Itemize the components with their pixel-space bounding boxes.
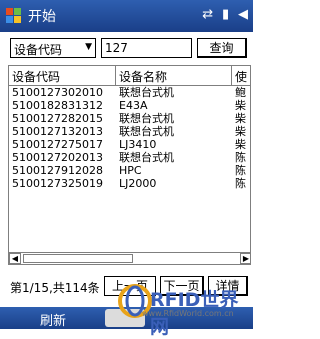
cell-user: 陈 xyxy=(235,177,246,190)
system-tray: ⇄ ▮ ◀ xyxy=(197,7,248,22)
search-bar: 设备代码 ▼ 查询 xyxy=(0,36,253,62)
cell-user: 柴 xyxy=(235,125,246,138)
start-label[interactable]: 开始 xyxy=(28,6,56,26)
table-header: 设备代码 设备名称 使 xyxy=(9,66,250,86)
cell-name: 联想台式机 xyxy=(119,112,174,125)
cell-code: 5100127202013 xyxy=(12,151,103,164)
cell-name: 联想台式机 xyxy=(119,151,174,164)
device-table: 设备代码 设备名称 使 5100127302010 联想台式机 鲍 510018… xyxy=(8,65,251,265)
page-info: 第1/15,共114条 xyxy=(10,281,100,295)
table-row[interactable]: 5100182831312 E43A 柴 xyxy=(9,99,250,112)
watermark: RFID世界网 www.RfidWorld.com.cn xyxy=(118,283,253,338)
cell-code: 5100127302010 xyxy=(12,86,103,99)
cell-user: 陈 xyxy=(235,164,246,177)
cell-user: 柴 xyxy=(235,99,246,112)
signal-icon[interactable]: ▮ xyxy=(222,7,229,22)
cell-name: 联想台式机 xyxy=(119,125,174,138)
volume-icon[interactable]: ◀ xyxy=(238,7,248,22)
search-input[interactable] xyxy=(101,38,192,58)
column-divider[interactable] xyxy=(231,66,232,85)
field-select-value: 设备代码 xyxy=(14,43,63,57)
table-row[interactable]: 5100127275017 LJ3410 柴 xyxy=(9,138,250,151)
table-row[interactable]: 5100127202013 联想台式机 陈 xyxy=(9,151,250,164)
column-divider[interactable] xyxy=(115,66,116,85)
column-header-user[interactable]: 使 xyxy=(235,68,247,85)
windows-logo-icon[interactable] xyxy=(5,7,22,24)
table-row[interactable]: 5100127325019 LJ2000 陈 xyxy=(9,177,250,190)
field-select[interactable]: 设备代码 ▼ xyxy=(10,38,96,58)
scroll-thumb[interactable] xyxy=(23,254,133,263)
title-bar: 开始 ⇄ ▮ ◀ xyxy=(0,0,253,32)
cell-user: 柴 xyxy=(235,112,246,125)
scroll-right-icon[interactable]: ▶ xyxy=(240,253,250,264)
cell-name: E43A xyxy=(119,99,148,112)
cell-code: 5100182831312 xyxy=(12,99,103,112)
cell-name: HPC xyxy=(119,164,142,177)
connectivity-icon[interactable]: ⇄ xyxy=(202,7,213,22)
cell-code: 5100127325019 xyxy=(12,177,103,190)
cell-user: 柴 xyxy=(235,138,246,151)
cell-code: 5100127282015 xyxy=(12,112,103,125)
refresh-softkey[interactable]: 刷新 xyxy=(40,310,66,329)
cell-code: 5100127132013 xyxy=(12,125,103,138)
table-row[interactable]: 5100127302010 联想台式机 鲍 xyxy=(9,86,250,99)
table-row[interactable]: 5100127912028 HPC 陈 xyxy=(9,164,250,177)
chevron-down-icon: ▼ xyxy=(85,42,92,52)
table-row[interactable]: 5100127282015 联想台式机 柴 xyxy=(9,112,250,125)
cell-name: 联想台式机 xyxy=(119,86,174,99)
table-row[interactable]: 5100127132013 联想台式机 柴 xyxy=(9,125,250,138)
cell-name: LJ3410 xyxy=(119,138,157,151)
cell-name: LJ2000 xyxy=(119,177,157,190)
cell-user: 鲍 xyxy=(235,86,246,99)
horizontal-scrollbar[interactable]: ◀ ▶ xyxy=(9,252,250,264)
scroll-left-icon[interactable]: ◀ xyxy=(9,253,21,264)
cell-code: 5100127912028 xyxy=(12,164,103,177)
column-header-code[interactable]: 设备代码 xyxy=(12,68,60,85)
query-button[interactable]: 查询 xyxy=(197,38,247,58)
column-header-name[interactable]: 设备名称 xyxy=(119,68,167,85)
cell-user: 陈 xyxy=(235,151,246,164)
watermark-url: www.RfidWorld.com.cn xyxy=(142,309,234,318)
cell-code: 5100127275017 xyxy=(12,138,103,151)
